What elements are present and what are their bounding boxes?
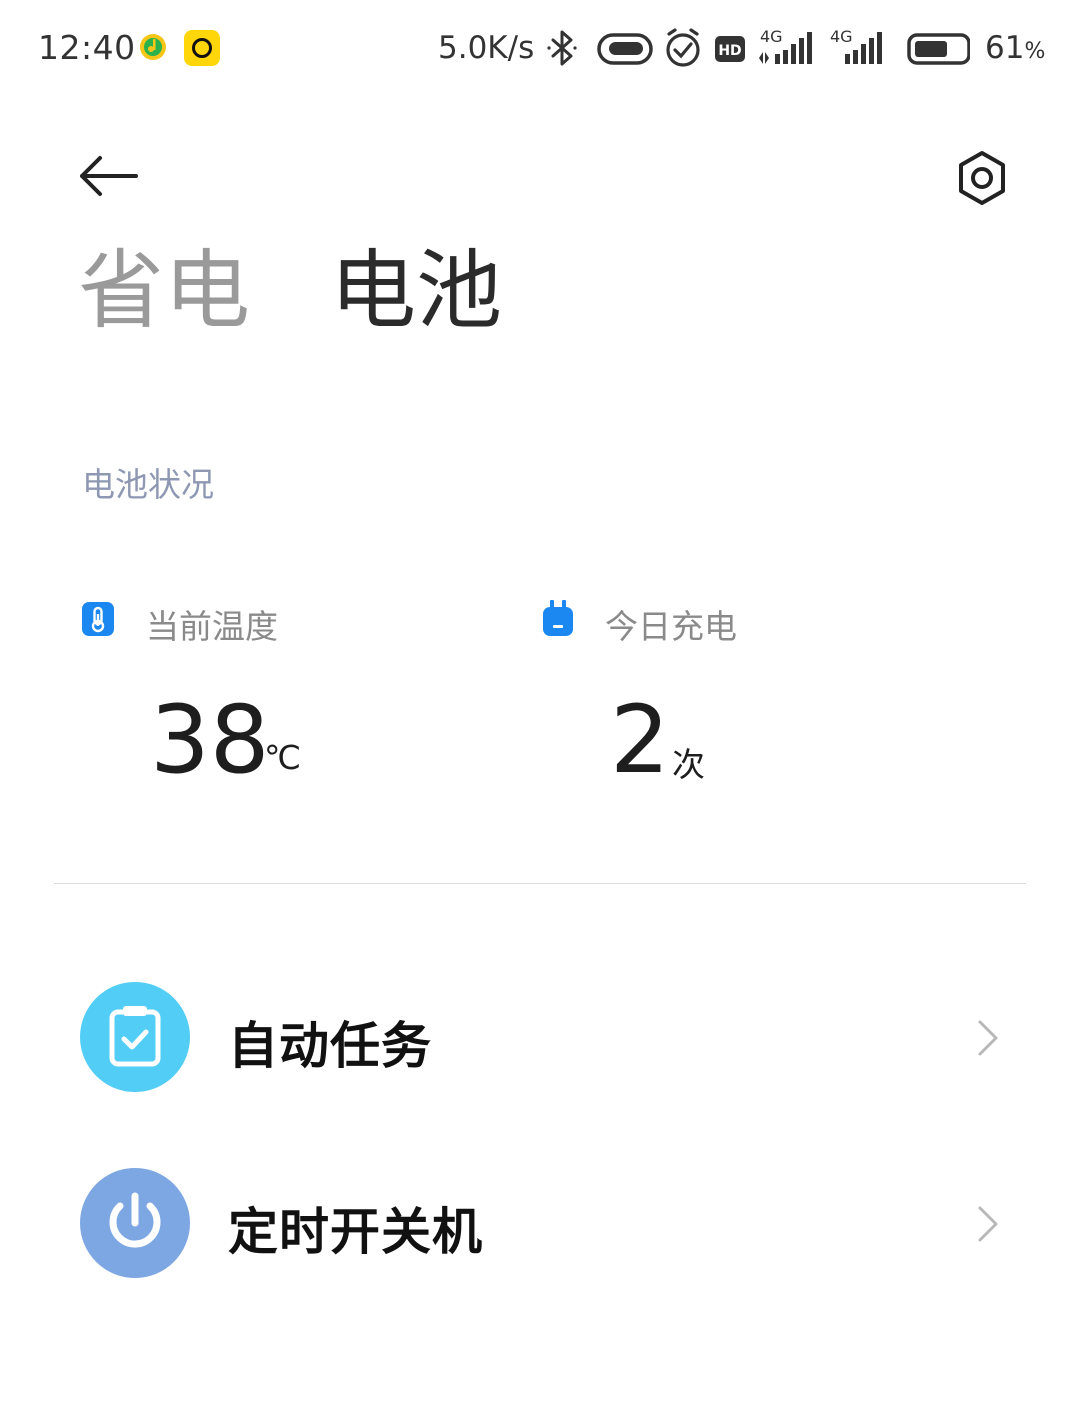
- section-title: 电池状况: [82, 465, 214, 504]
- hd-icon: HD: [715, 36, 745, 62]
- qq-music-icon: [140, 34, 166, 60]
- list-item-label: 自动任务: [228, 1017, 432, 1075]
- settings-button[interactable]: [950, 146, 1014, 210]
- list-item-timed-power[interactable]: 定时开关机: [0, 1148, 1080, 1298]
- back-button[interactable]: [72, 146, 148, 206]
- network-speed: 5.0K/s: [438, 30, 535, 66]
- status-time: 12:40: [38, 28, 136, 67]
- tab-power-saving[interactable]: 省电: [78, 236, 250, 332]
- tab-battery[interactable]: 电池: [330, 236, 502, 332]
- charge-count-value: 2: [610, 686, 670, 795]
- link-icon: [597, 33, 653, 65]
- svg-text:4G: 4G: [830, 27, 853, 46]
- power-icon: [109, 1192, 161, 1248]
- temperature-label: 当前温度: [146, 607, 278, 646]
- arrow-left-icon: [80, 156, 138, 196]
- bluetooth-icon: [547, 30, 577, 66]
- battery-icon: [907, 33, 970, 65]
- auto-task-icon-bg: [80, 982, 190, 1092]
- status-icons: HD 4G 4G: [547, 27, 970, 67]
- temperature-unit: ℃: [264, 738, 302, 777]
- svg-text:4G: 4G: [760, 27, 783, 46]
- alarm-icon: [666, 28, 700, 67]
- chevron-right-icon: [978, 1020, 998, 1056]
- list-item-auto-task[interactable]: 自动任务: [0, 962, 1080, 1112]
- thermometer-icon: [82, 602, 114, 636]
- signal-4g-icon: 4G: [759, 27, 812, 64]
- battery-percent-value: 61: [985, 30, 1025, 66]
- timed-power-icon-bg: [80, 1168, 190, 1278]
- divider: [54, 883, 1026, 884]
- gear-icon: [959, 151, 1005, 205]
- battery-percent-unit: %: [1024, 39, 1046, 64]
- charge-count-label: 今日充电: [605, 607, 737, 646]
- charge-count-unit: 次: [672, 745, 705, 784]
- svg-text:HD: HD: [718, 43, 741, 59]
- status-bar: 12:40 5.0K/s HD 4G 4G 61%: [0, 0, 1080, 96]
- yellow-app-icon: [184, 30, 220, 66]
- list-item-label: 定时开关机: [228, 1203, 483, 1261]
- signal-4g-icon: 4G: [830, 27, 882, 64]
- chevron-right-icon: [978, 1206, 998, 1242]
- temperature-value: 38: [150, 686, 270, 795]
- battery-percent: 61%: [985, 30, 1045, 66]
- plug-icon: [542, 600, 574, 636]
- clipboard-check-icon: [109, 1006, 161, 1067]
